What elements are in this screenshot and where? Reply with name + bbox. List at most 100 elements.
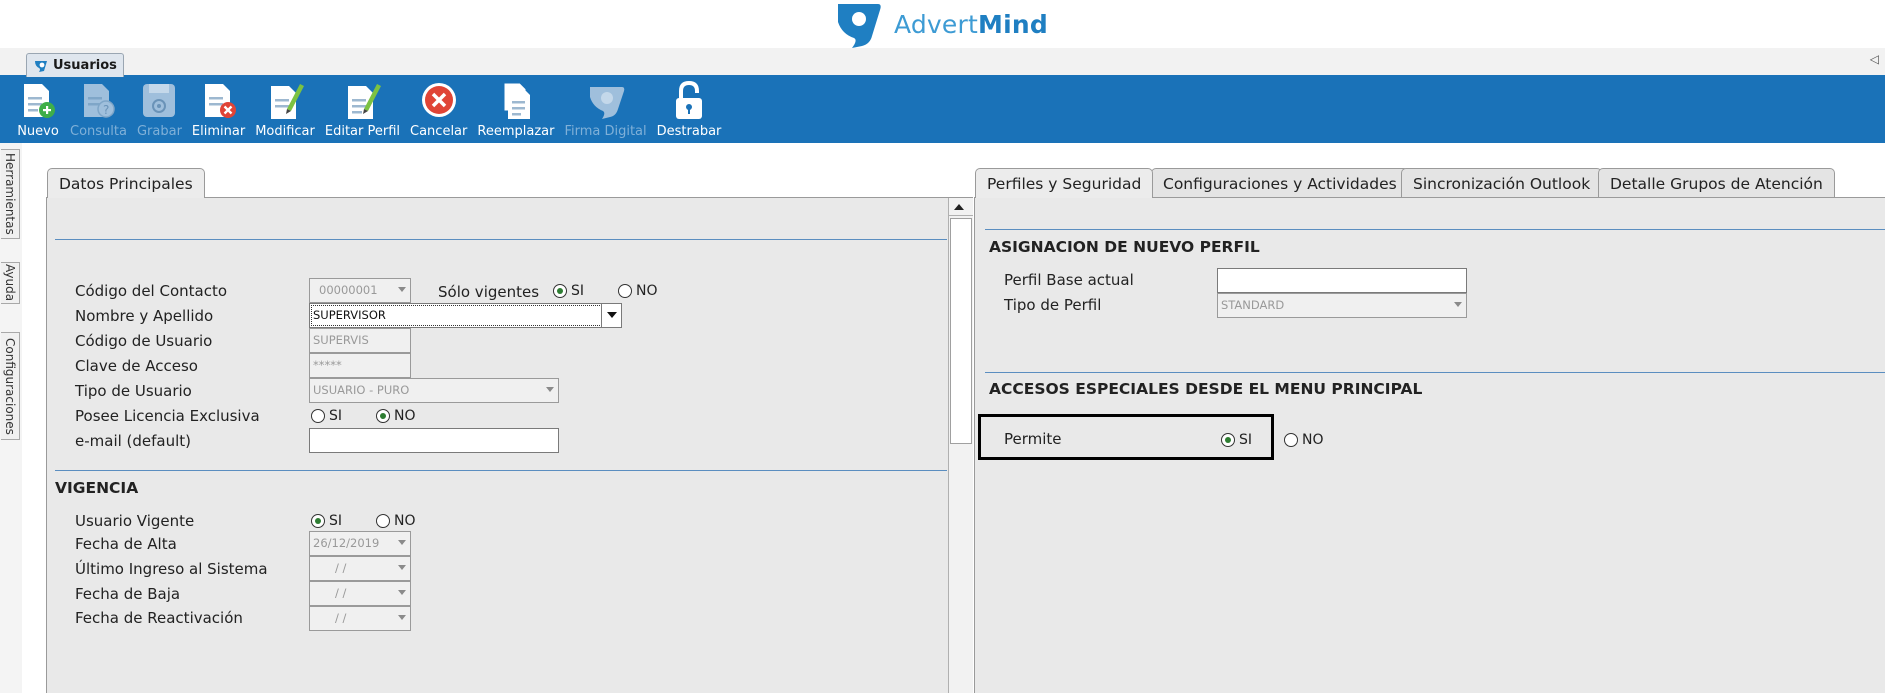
- clave-acceso-label: Clave de Acceso: [75, 357, 198, 375]
- main-toolbar: Nuevo ? Consulta Grabar Eliminar Modific…: [0, 77, 1885, 143]
- tab-sincronizacion-outlook[interactable]: Sincronización Outlook: [1401, 168, 1603, 198]
- radio-selected-icon: [1221, 433, 1235, 447]
- tab-perfiles-seguridad[interactable]: Perfiles y Seguridad: [975, 168, 1154, 198]
- solo-vigentes-si-radio[interactable]: SI: [553, 283, 584, 299]
- chevron-down-icon: [398, 287, 406, 292]
- nombre-apellido-label: Nombre y Apellido: [75, 307, 214, 325]
- side-tab-configuraciones-label: Configuraciones: [3, 337, 17, 435]
- nuevo-button-label: Nuevo: [17, 124, 59, 139]
- side-tab-ayuda[interactable]: Ayuda: [1, 262, 20, 304]
- cancel-icon: [421, 83, 456, 117]
- tab-detalle-grupos-atencion[interactable]: Detalle Grupos de Atención: [1598, 168, 1835, 198]
- doc-delete-icon: [204, 84, 236, 118]
- permite-no-radio[interactable]: NO: [1284, 432, 1324, 448]
- codigo-usuario-field[interactable]: SUPERVIS: [309, 328, 411, 353]
- doc-add-icon: [24, 84, 55, 118]
- destrabar-button[interactable]: Destrabar: [657, 77, 721, 139]
- codigo-contacto-field[interactable]: 00000001: [309, 278, 411, 303]
- tipo-usuario-label: Tipo de Usuario: [75, 382, 192, 400]
- tab-usuarios[interactable]: Usuarios: [26, 53, 124, 77]
- scrollbar-thumb[interactable]: [950, 218, 972, 444]
- asignacion-separator: [985, 229, 1885, 230]
- permite-si-label: SI: [1239, 432, 1253, 448]
- vigencia-separator: [55, 470, 947, 471]
- usuario-vigente-si-radio[interactable]: SI: [311, 513, 342, 529]
- tipo-usuario-value: USUARIO - PURO: [313, 383, 410, 397]
- email-label: e-mail (default): [75, 432, 192, 450]
- firma-digital-button-label: Firma Digital: [564, 124, 647, 139]
- radio-unselected-icon: [376, 514, 390, 528]
- nombre-apellido-field[interactable]: SUPERVISOR: [309, 303, 622, 328]
- licencia-si-label: SI: [329, 408, 343, 424]
- chevron-down-icon: [398, 565, 406, 570]
- editar-perfil-button[interactable]: Editar Perfil: [325, 77, 400, 139]
- ultimo-ingreso-label: Último Ingreso al Sistema: [75, 560, 268, 578]
- fecha-alta-label: Fecha de Alta: [75, 535, 177, 553]
- tab-configuraciones-actividades[interactable]: Configuraciones y Actividades: [1151, 168, 1409, 198]
- clave-acceso-field[interactable]: *****: [309, 353, 411, 378]
- fecha-reactivacion-field[interactable]: / /: [309, 606, 411, 631]
- licencia-no-radio[interactable]: NO: [376, 408, 416, 424]
- ultimo-ingreso-field[interactable]: / /: [309, 556, 411, 581]
- chevron-down-icon: [398, 590, 406, 595]
- save-icon: [143, 84, 176, 117]
- brand-name-regular: Advert: [894, 9, 978, 39]
- usuario-vigente-no-radio[interactable]: NO: [376, 513, 416, 529]
- tipo-usuario-field[interactable]: USUARIO - PURO: [309, 378, 559, 403]
- dropdown-arrow-icon[interactable]: [601, 304, 621, 327]
- side-tab-herramientas-label: Herramientas: [3, 153, 17, 235]
- chevron-down-icon: [1454, 302, 1462, 307]
- left-panel-scrollbar[interactable]: [948, 198, 973, 693]
- accesos-title: ACCESOS ESPECIALES DESDE EL MENU PRINCIP…: [989, 380, 1423, 398]
- reemplazar-button[interactable]: Reemplazar: [477, 77, 554, 139]
- fecha-baja-field[interactable]: / /: [309, 581, 411, 606]
- email-field[interactable]: [309, 428, 559, 453]
- side-tabs: Herramientas Ayuda Configuraciones: [0, 143, 22, 693]
- nuevo-button[interactable]: Nuevo: [16, 77, 60, 139]
- ultimo-ingreso-value: / /: [335, 561, 347, 575]
- perfiles-seguridad-panel: ASIGNACION DE NUEVO PERFIL Perfil Base a…: [974, 197, 1885, 693]
- tab-datos-principales[interactable]: Datos Principales: [47, 168, 205, 198]
- cancelar-button[interactable]: Cancelar: [410, 77, 467, 139]
- eliminar-button[interactable]: Eliminar: [192, 77, 245, 139]
- modificar-button-label: Modificar: [255, 124, 315, 139]
- modificar-button[interactable]: Modificar: [255, 77, 315, 139]
- nombre-apellido-value: SUPERVISOR: [313, 308, 386, 322]
- solo-vigentes-label: Sólo vigentes: [438, 283, 540, 301]
- licencia-no-label: NO: [394, 408, 416, 424]
- solo-vigentes-si-label: SI: [571, 283, 585, 299]
- profile-edit-icon: [348, 84, 382, 119]
- fecha-alta-field[interactable]: 26/12/2019: [309, 531, 411, 556]
- app-window: AdvertMind Usuarios ◁ Nuevo ? Consulta G…: [0, 0, 1885, 693]
- radio-selected-icon: [376, 409, 390, 423]
- solo-vigentes-no-radio[interactable]: NO: [618, 283, 658, 299]
- solo-vigentes-no-label: NO: [636, 283, 658, 299]
- tab-usuarios-label: Usuarios: [53, 58, 117, 73]
- brand-name: AdvertMind: [894, 10, 1048, 39]
- scroll-up-icon[interactable]: [949, 198, 973, 216]
- tipo-perfil-field[interactable]: STANDARD: [1217, 293, 1467, 318]
- consulta-button[interactable]: ? Consulta: [70, 77, 127, 139]
- fecha-baja-label: Fecha de Baja: [75, 585, 181, 603]
- document-tabstrip: Usuarios ◁: [0, 48, 1885, 77]
- firma-digital-button[interactable]: Firma Digital: [564, 77, 647, 139]
- brand-name-bold: Mind: [978, 9, 1048, 39]
- grabar-button[interactable]: Grabar: [137, 77, 182, 139]
- usuario-vigente-si-label: SI: [329, 513, 343, 529]
- side-tab-configuraciones[interactable]: Configuraciones: [1, 332, 20, 440]
- usuario-vigente-no-label: NO: [394, 513, 416, 529]
- side-tab-ayuda-label: Ayuda: [3, 264, 17, 302]
- licencia-si-radio[interactable]: SI: [311, 408, 342, 424]
- eliminar-button-label: Eliminar: [191, 124, 246, 139]
- perfil-base-field[interactable]: [1217, 268, 1467, 293]
- top-separator: [55, 239, 947, 240]
- chevron-down-icon: [398, 540, 406, 545]
- side-tab-herramientas[interactable]: Herramientas: [1, 149, 20, 239]
- chevron-down-icon: [398, 615, 406, 620]
- perfil-base-label: Perfil Base actual: [1004, 271, 1134, 289]
- radio-selected-icon: [553, 284, 567, 298]
- licencia-exclusiva-label: Posee Licencia Exclusiva: [75, 407, 260, 425]
- permite-si-radio[interactable]: SI: [1221, 432, 1252, 448]
- tabstrip-scroll-left-icon[interactable]: ◁: [1870, 52, 1879, 66]
- svg-text:?: ?: [103, 103, 109, 117]
